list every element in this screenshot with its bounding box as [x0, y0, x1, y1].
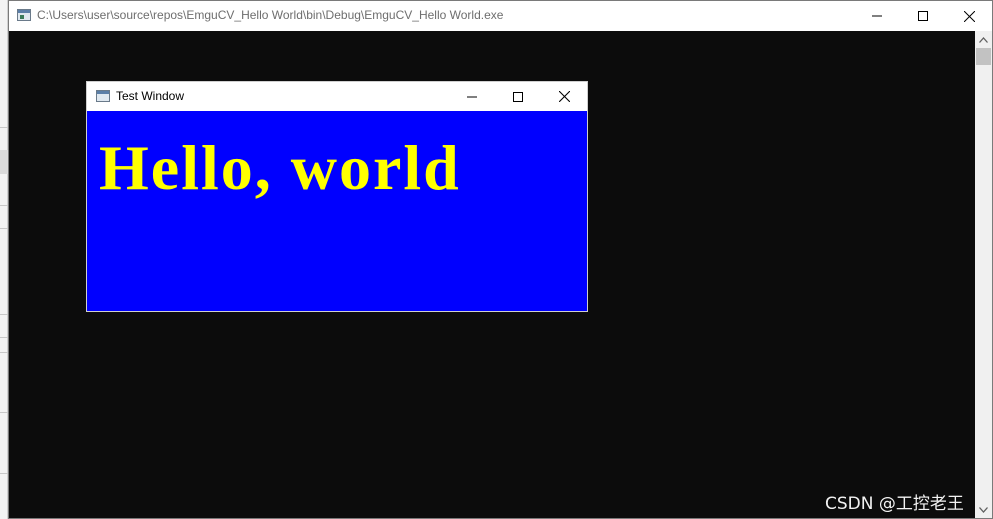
- console-close-button[interactable]: [946, 1, 992, 31]
- close-icon: [963, 10, 975, 22]
- scrollbar-thumb[interactable]: [976, 48, 991, 65]
- background-app-edge: [0, 0, 8, 519]
- test-minimize-button[interactable]: [449, 82, 495, 111]
- console-title-bar[interactable]: C:\Users\user\source\repos\EmguCV_Hello …: [9, 1, 992, 31]
- console-app-icon: [17, 9, 31, 21]
- minimize-icon: [467, 96, 477, 97]
- hello-world-text: Hello, world: [99, 132, 461, 203]
- rendered-image: Hello, world: [87, 111, 587, 311]
- scroll-down-button[interactable]: [975, 501, 992, 518]
- vertical-scrollbar[interactable]: [975, 31, 992, 518]
- test-window-title-bar[interactable]: Test Window: [87, 82, 587, 111]
- console-window-title: C:\Users\user\source\repos\EmguCV_Hello …: [37, 8, 504, 22]
- test-window: Test Window Hello, world: [86, 81, 588, 312]
- test-window-title: Test Window: [116, 89, 185, 103]
- minimize-icon: [872, 15, 882, 17]
- test-maximize-button[interactable]: [495, 82, 541, 111]
- scroll-up-button[interactable]: [975, 31, 992, 48]
- chevron-down-icon: [979, 506, 988, 513]
- console-minimize-button[interactable]: [854, 1, 900, 31]
- console-maximize-button[interactable]: [900, 1, 946, 31]
- test-close-button[interactable]: [541, 82, 587, 111]
- watermark: CSDN @工控老王: [825, 494, 964, 514]
- maximize-icon: [513, 91, 523, 102]
- close-icon: [558, 91, 570, 102]
- window-app-icon: [96, 90, 110, 102]
- chevron-up-icon: [979, 36, 988, 43]
- maximize-icon: [918, 11, 928, 21]
